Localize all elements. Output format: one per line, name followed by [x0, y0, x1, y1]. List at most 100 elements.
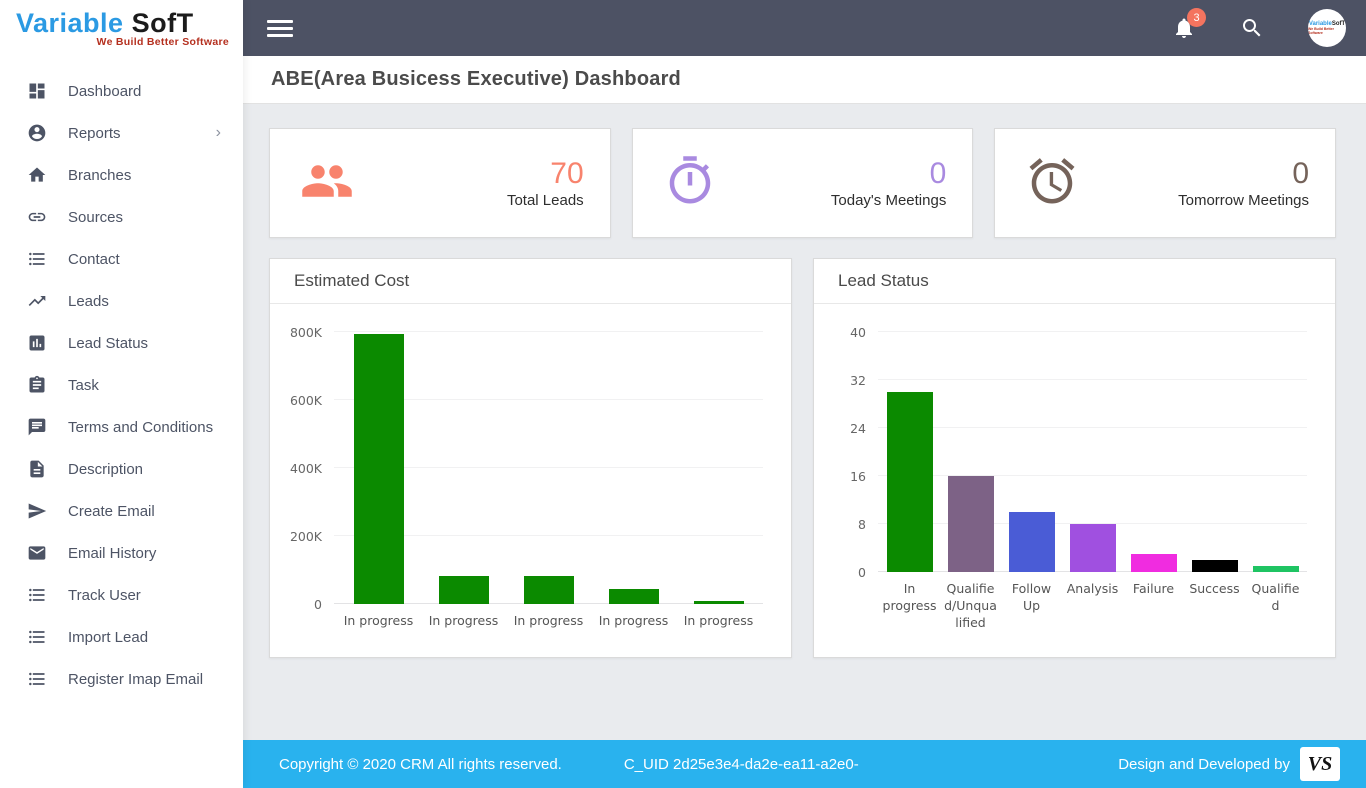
bar-in-progress	[354, 334, 404, 604]
chart-title: Estimated Cost	[294, 271, 767, 291]
brand-name-primary: Variable	[16, 8, 124, 38]
footer-uid: C_UID 2d25e3e4-da2e-ea11-a2e0-	[624, 756, 859, 773]
topbar: 3 VariableSofT We Build Better Software	[243, 0, 1366, 56]
sidebar-item-label: Register Imap Email	[68, 671, 203, 688]
vs-monogram-logo: VS	[1300, 747, 1340, 781]
stat-value: 0	[831, 158, 946, 190]
bar-in-progress	[887, 392, 933, 572]
x-tick-label: In progress	[421, 613, 506, 630]
x-tick-label: Analysis	[1062, 581, 1123, 632]
user-avatar[interactable]: VariableSofT We Build Better Software	[1308, 9, 1346, 47]
y-tick-label: 800K	[276, 325, 322, 340]
titlebar: ABE(Area Busicess Executive) Dashboard	[243, 56, 1366, 104]
sidebar: Variable SofT We Build Better Software D…	[0, 0, 243, 788]
hamburger-menu-icon[interactable]	[267, 16, 293, 41]
chart-card-lead-status: Lead Status 0816243240In progressQualifi…	[813, 258, 1336, 658]
sidebar-item-description[interactable]: Description	[0, 448, 243, 490]
stat-label: Tomorrow Meetings	[1178, 192, 1309, 209]
stat-card-todays-meetings: 0 Today's Meetings	[632, 128, 974, 238]
sidebar-item-task[interactable]: Task	[0, 364, 243, 406]
sidebar-item-label: Description	[68, 461, 143, 478]
notification-badge: 3	[1187, 8, 1206, 27]
sidebar-item-contact[interactable]: Contact	[0, 238, 243, 280]
x-tick-label: Qualified/Unqualified	[940, 581, 1001, 632]
brand-logo: Variable SofT We Build Better Software	[0, 0, 243, 56]
sidebar-nav: Dashboard Reports › Branches Sources Con…	[0, 56, 243, 700]
y-tick-label: 0	[820, 565, 866, 580]
sidebar-item-branches[interactable]: Branches	[0, 154, 243, 196]
y-tick-label: 40	[820, 325, 866, 340]
stat-label: Total Leads	[507, 192, 584, 209]
sidebar-item-label: Reports	[68, 125, 121, 142]
y-tick-label: 16	[820, 469, 866, 484]
bar-follow-up	[1009, 512, 1055, 572]
x-tick-label: Qualified	[1245, 581, 1306, 632]
sidebar-item-track-user[interactable]: Track User	[0, 574, 243, 616]
bar-success	[1192, 560, 1238, 572]
list-icon	[26, 584, 48, 606]
sidebar-item-dashboard[interactable]: Dashboard	[0, 70, 243, 112]
bar-failure	[1131, 554, 1177, 572]
x-tick-label: Success	[1184, 581, 1245, 632]
send-icon	[26, 500, 48, 522]
bar-in-progress	[694, 601, 744, 604]
home-icon	[26, 164, 48, 186]
sidebar-item-label: Branches	[68, 167, 131, 184]
y-tick-label: 8	[820, 517, 866, 532]
envelope-icon	[26, 542, 48, 564]
sidebar-item-email-history[interactable]: Email History	[0, 532, 243, 574]
chart-card-estimated-cost: Estimated Cost 0200K400K600K800KIn progr…	[269, 258, 792, 658]
x-tick-label: Failure	[1123, 581, 1184, 632]
footer: Copyright © 2020 CRM All rights reserved…	[243, 740, 1366, 788]
people-icon	[300, 154, 354, 213]
x-tick-label: In progress	[336, 613, 421, 630]
sidebar-item-terms-and-conditions[interactable]: Terms and Conditions	[0, 406, 243, 448]
bar-in-progress	[609, 589, 659, 604]
sidebar-item-label: Leads	[68, 293, 109, 310]
sidebar-item-lead-status[interactable]: Lead Status	[0, 322, 243, 364]
list-icon	[26, 626, 48, 648]
sidebar-item-label: Task	[68, 377, 99, 394]
bar-chart-icon	[26, 332, 48, 354]
person-icon	[26, 122, 48, 144]
y-tick-label: 200K	[276, 529, 322, 544]
sidebar-item-label: Email History	[68, 545, 156, 562]
bar-qualified-unqualified	[948, 476, 994, 572]
bar-qualified	[1253, 566, 1299, 572]
sidebar-item-sources[interactable]: Sources	[0, 196, 243, 238]
notifications-button[interactable]: 3	[1172, 16, 1196, 40]
sidebar-item-reports[interactable]: Reports ›	[0, 112, 243, 154]
estimated-cost-chart: 0200K400K600K800KIn progressIn progressI…	[270, 304, 791, 630]
stat-value: 0	[1178, 158, 1309, 190]
trending-up-icon	[26, 290, 48, 312]
sidebar-item-register-imap-email[interactable]: Register Imap Email	[0, 658, 243, 700]
sidebar-item-label: Import Lead	[68, 629, 148, 646]
sidebar-item-label: Sources	[68, 209, 123, 226]
list-icon	[26, 248, 48, 270]
sidebar-item-label: Lead Status	[68, 335, 148, 352]
sidebar-item-label: Track User	[68, 587, 141, 604]
search-icon	[1240, 16, 1264, 40]
page-title: ABE(Area Busicess Executive) Dashboard	[271, 68, 681, 91]
y-tick-label: 600K	[276, 393, 322, 408]
search-button[interactable]	[1240, 16, 1264, 40]
x-tick-label: In progress	[591, 613, 676, 630]
bar-in-progress	[439, 576, 489, 604]
clipboard-icon	[26, 374, 48, 396]
sidebar-item-import-lead[interactable]: Import Lead	[0, 616, 243, 658]
chevron-right-icon: ›	[216, 125, 221, 141]
link-icon	[26, 206, 48, 228]
bars-row	[334, 332, 763, 604]
sidebar-item-leads[interactable]: Leads	[0, 280, 243, 322]
footer-credit: Design and Developed by	[1118, 756, 1290, 773]
sidebar-item-create-email[interactable]: Create Email	[0, 490, 243, 532]
x-tick-label: In progress	[506, 613, 591, 630]
stat-card-total-leads: 70 Total Leads	[269, 128, 611, 238]
chart-title: Lead Status	[838, 271, 1311, 291]
sidebar-item-label: Dashboard	[68, 83, 141, 100]
dashboard-icon	[26, 80, 48, 102]
charts-row: Estimated Cost 0200K400K600K800KIn progr…	[269, 258, 1336, 658]
main-column: 3 VariableSofT We Build Better Software …	[243, 0, 1366, 788]
x-tick-label: In progress	[676, 613, 761, 630]
list-icon	[26, 668, 48, 690]
